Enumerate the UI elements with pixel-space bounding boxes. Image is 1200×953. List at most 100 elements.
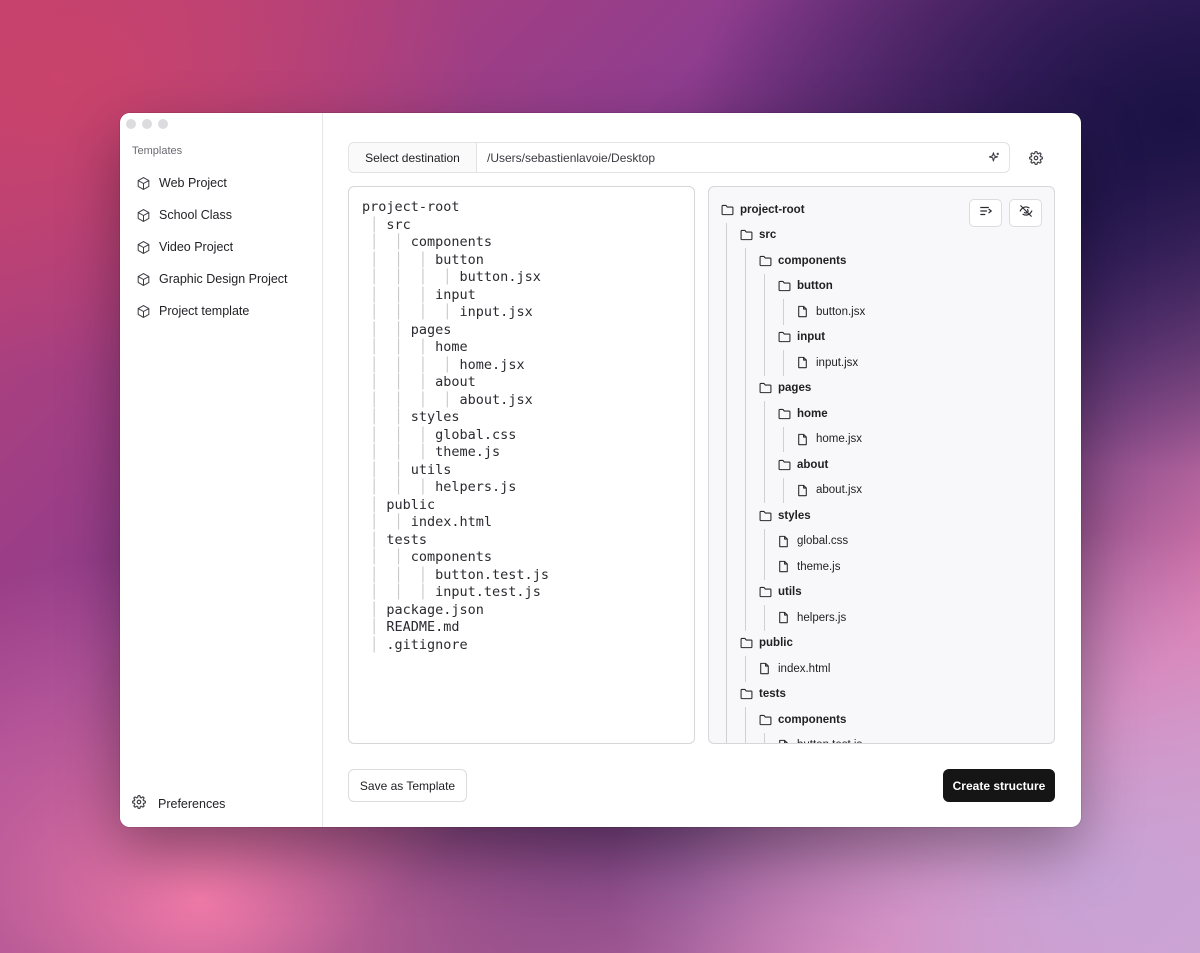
tree-node-label: tests bbox=[759, 688, 786, 701]
tree-folder-row[interactable]: utils bbox=[721, 579, 1041, 606]
tree-node-label: button.jsx bbox=[816, 305, 866, 318]
editor-line-text: components bbox=[410, 549, 493, 565]
structure-editor[interactable]: project-root │ src │ │ components │ │ │ … bbox=[348, 186, 695, 744]
tree-node-label: index.html bbox=[778, 662, 831, 675]
tree-node-label: utils bbox=[778, 586, 802, 599]
editor-line-text: .gitignore bbox=[386, 636, 468, 653]
indent-guide: │ │ bbox=[362, 234, 411, 250]
tree-guide bbox=[740, 401, 759, 427]
tree-file-row[interactable]: input.jsx bbox=[721, 350, 1041, 376]
editor-line: │ │ styles bbox=[362, 409, 681, 427]
gear-icon bbox=[132, 795, 146, 812]
window-controls bbox=[126, 119, 168, 129]
indent-guide: │ │ │ bbox=[362, 286, 436, 303]
create-structure-button[interactable]: Create structure bbox=[943, 769, 1055, 802]
cube-icon bbox=[136, 208, 151, 223]
tree-folder-row[interactable]: tests bbox=[721, 681, 1041, 708]
tree-guide bbox=[721, 656, 740, 682]
tree-folder-row[interactable]: styles bbox=[721, 503, 1041, 529]
tree-guide bbox=[740, 656, 759, 682]
sidebar-item-web-project[interactable]: Web Project bbox=[128, 167, 314, 199]
sidebar-item-school-class[interactable]: School Class bbox=[128, 199, 314, 231]
tree-file-row[interactable]: global.css bbox=[721, 528, 1041, 555]
editor-line-text: styles bbox=[410, 409, 460, 425]
minimize-window-button[interactable] bbox=[142, 119, 152, 129]
folder-icon bbox=[759, 714, 778, 726]
tree-guide bbox=[740, 299, 759, 325]
close-window-button[interactable] bbox=[126, 119, 136, 129]
tree-folder-row[interactable]: components bbox=[721, 707, 1041, 733]
sidebar-item-video-project[interactable]: Video Project bbox=[128, 231, 314, 263]
tree-node-label: about bbox=[797, 458, 829, 471]
indent-guide: │ │ │ bbox=[362, 339, 436, 355]
sparkle-icon[interactable] bbox=[979, 143, 1009, 172]
tree-file-row[interactable]: about.jsx bbox=[721, 477, 1041, 504]
editor-line-text: home.jsx bbox=[459, 356, 525, 373]
tree-folder-row[interactable]: home bbox=[721, 401, 1041, 427]
editor-line-text: input bbox=[435, 286, 476, 303]
tree-file-row[interactable]: home.jsx bbox=[721, 426, 1041, 453]
tree-file-row[interactable]: button.test.js bbox=[721, 732, 1041, 743]
tree-file-row[interactable]: button.jsx bbox=[721, 299, 1041, 325]
editor-line: │ │ │ button.test.js bbox=[362, 567, 681, 585]
editor-line: project-root bbox=[362, 199, 681, 217]
tree-guide bbox=[721, 554, 740, 580]
app-window: Templates Web Project School Class Video P… bbox=[120, 113, 1081, 827]
destination-path-input[interactable] bbox=[477, 143, 979, 172]
structure-editor-text[interactable]: project-root │ src │ │ components │ │ │ … bbox=[349, 187, 694, 666]
destination-bar: Select destination bbox=[348, 142, 1010, 173]
indent-guide: │ │ │ │ bbox=[362, 304, 460, 320]
tree-file-row[interactable]: helpers.js bbox=[721, 605, 1041, 631]
editor-line-text: home bbox=[435, 339, 468, 355]
tree-guide bbox=[740, 273, 759, 300]
tree-folder-row[interactable]: button bbox=[721, 273, 1041, 300]
hide-button[interactable] bbox=[1009, 199, 1042, 227]
wrap-text-button[interactable] bbox=[969, 199, 1002, 227]
editor-line: │ README.md bbox=[362, 619, 681, 637]
tree-node-label: components bbox=[778, 713, 847, 726]
tree-guide bbox=[740, 707, 759, 733]
file-icon bbox=[778, 560, 797, 573]
select-destination-button[interactable]: Select destination bbox=[349, 143, 477, 172]
editor-line-text: button bbox=[435, 251, 484, 268]
sidebar-item-project-template[interactable]: Project template bbox=[128, 295, 314, 327]
zoom-window-button[interactable] bbox=[158, 119, 168, 129]
tree-guide bbox=[721, 350, 740, 376]
tree-guide bbox=[721, 222, 740, 249]
tree-node-label: input.jsx bbox=[816, 356, 859, 369]
save-as-template-button[interactable]: Save as Template bbox=[348, 769, 467, 802]
tree-file-row[interactable]: index.html bbox=[721, 656, 1041, 682]
tree-guide bbox=[740, 503, 759, 529]
tree-guide bbox=[740, 732, 759, 743]
editor-line-text: theme.js bbox=[435, 444, 501, 460]
tree-folder-row[interactable]: components bbox=[721, 248, 1041, 274]
editor-line-text: pages bbox=[410, 321, 452, 338]
tree-file-row[interactable]: theme.js bbox=[721, 554, 1041, 580]
tree-guide bbox=[721, 324, 740, 351]
tree-guide bbox=[721, 401, 740, 427]
tree-node-label: styles bbox=[778, 509, 811, 522]
tree-folder-row[interactable]: pages bbox=[721, 375, 1041, 402]
preferences-button[interactable]: Preferences bbox=[132, 795, 225, 812]
editor-line-text: package.json bbox=[386, 601, 484, 618]
tree-guide bbox=[740, 248, 759, 274]
indent-guide: │ │ │ bbox=[362, 566, 436, 583]
editor-line-text: input.test.js bbox=[435, 584, 541, 600]
editor-line: │ │ │ │ about.jsx bbox=[362, 392, 681, 410]
folder-icon bbox=[778, 408, 797, 420]
settings-gear-icon[interactable] bbox=[1027, 149, 1045, 167]
tree-folder-row[interactable]: about bbox=[721, 452, 1041, 478]
tree-node-label: public bbox=[759, 637, 793, 650]
sidebar-item-graphic-design-project[interactable]: Graphic Design Project bbox=[128, 263, 314, 295]
tree-node-label: pages bbox=[778, 382, 812, 395]
tree-guide bbox=[740, 452, 759, 478]
indent-guide: │ │ │ │ bbox=[362, 391, 460, 408]
tree-folder-row[interactable]: public bbox=[721, 630, 1041, 657]
tree-folder-row[interactable]: input bbox=[721, 324, 1041, 351]
indent-guide: │ │ │ bbox=[362, 374, 436, 390]
editor-line-text: tests bbox=[386, 531, 428, 548]
tree-node-label: helpers.js bbox=[797, 611, 847, 624]
tree-guide bbox=[721, 426, 740, 453]
folder-icon bbox=[759, 382, 778, 394]
editor-line: │ │ │ input bbox=[362, 287, 681, 305]
